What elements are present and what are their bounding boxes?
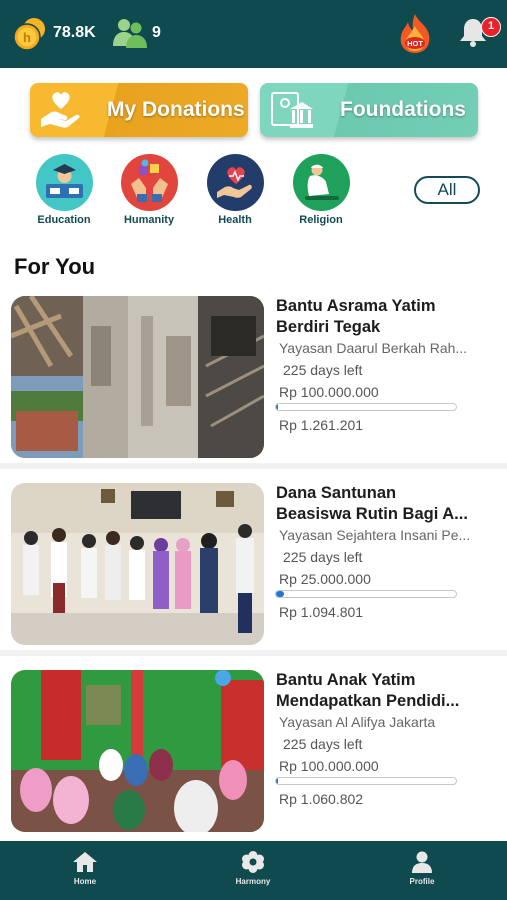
- hot-label: HOT: [407, 39, 423, 48]
- donation-hand-icon: [41, 92, 80, 128]
- top-bar: h 78.8K 9 HOT 1: [0, 0, 507, 68]
- hands-icon: [120, 154, 178, 211]
- foundation-building-icon: [271, 92, 313, 128]
- campaign-photo: [11, 296, 264, 458]
- nav-home-label: Home: [73, 877, 97, 886]
- nav-harmony-label: Harmony: [235, 877, 271, 886]
- campaign-foundation: Yayasan Daarul Berkah Rah...: [279, 340, 468, 356]
- category-humanity-label: Humanity: [123, 214, 175, 226]
- campaign-collected: Rp 1.261.201: [279, 417, 364, 433]
- section-title: For You: [14, 254, 96, 279]
- category-education-label: Education: [37, 214, 91, 226]
- home-icon: [73, 852, 97, 872]
- hot-fire-icon[interactable]: HOT: [396, 12, 434, 54]
- bottom-nav: Home Harmony Profile: [0, 841, 507, 900]
- nav-home[interactable]: Home: [40, 851, 130, 897]
- campaign-foundation: Yayasan Al Alifya Jakarta: [279, 714, 436, 730]
- foundations-button[interactable]: Foundations: [260, 83, 478, 137]
- flower-icon: [242, 851, 264, 873]
- campaign-progress-bar: [275, 590, 457, 598]
- prayer-icon: [292, 154, 350, 211]
- campaign-collected: Rp 1.094.801: [279, 604, 364, 620]
- campaign-title-line1: Dana Santunan: [276, 484, 397, 502]
- campaign-title-line1: Bantu Asrama Yatim: [276, 297, 436, 315]
- foundations-label: Foundations: [340, 98, 466, 121]
- nav-harmony[interactable]: Harmony: [208, 851, 298, 897]
- campaign-days-left: 225 days left: [283, 549, 363, 565]
- category-religion-label: Religion: [299, 214, 343, 226]
- notification-badge: 1: [481, 17, 501, 37]
- campaign-title: Bantu Anak Yatim Mendapatkan Pendidi...: [276, 670, 498, 712]
- campaign-title-line1: Bantu Anak Yatim: [276, 671, 416, 689]
- campaign-title-line2: Mendapatkan Pendidi...: [276, 692, 460, 710]
- campaign-photo: [11, 670, 264, 832]
- card-divider: [0, 650, 507, 656]
- people-count: 9: [152, 24, 161, 41]
- campaign-target: Rp 25.000.000: [279, 571, 371, 587]
- campaign-progress-bar: [275, 777, 457, 785]
- campaign-target: Rp 100.000.000: [279, 758, 379, 774]
- svg-text:h: h: [23, 30, 31, 45]
- app-root: h 78.8K 9 HOT 1 My Donations Foundations…: [0, 0, 507, 900]
- person-icon: [412, 851, 432, 873]
- all-categories-button[interactable]: All: [414, 176, 480, 204]
- coin-icon[interactable]: h: [12, 16, 48, 52]
- nav-profile-label: Profile: [409, 877, 435, 886]
- nav-profile[interactable]: Profile: [377, 851, 467, 897]
- campaign-target: Rp 100.000.000: [279, 384, 379, 400]
- campaign-progress-bar: [275, 403, 457, 411]
- campaign-days-left: 225 days left: [283, 362, 363, 378]
- campaign-title: Dana Santunan Beasiswa Rutin Bagi A...: [276, 483, 498, 525]
- campaign-card[interactable]: Bantu Anak Yatim Mendapatkan Pendidi... …: [0, 670, 507, 846]
- graduate-icon: [35, 154, 93, 211]
- card-divider: [0, 463, 507, 469]
- campaign-card[interactable]: Bantu Asrama Yatim Berdiri Tegak Yayasan…: [0, 296, 507, 472]
- my-donations-button[interactable]: My Donations: [30, 83, 248, 137]
- category-religion[interactable]: Religion: [281, 154, 361, 230]
- campaign-photo: [11, 483, 264, 645]
- campaign-title-line2: Berdiri Tegak: [276, 318, 381, 336]
- category-health-label: Health: [218, 214, 252, 226]
- people-icon[interactable]: [112, 16, 148, 50]
- campaign-foundation: Yayasan Sejahtera Insani Pe...: [279, 527, 471, 543]
- heart-hand-icon: [206, 154, 264, 211]
- campaign-title: Bantu Asrama Yatim Berdiri Tegak: [276, 296, 498, 338]
- my-donations-label: My Donations: [107, 98, 245, 121]
- campaign-title-line2: Beasiswa Rutin Bagi A...: [276, 505, 468, 523]
- campaign-card[interactable]: Dana Santunan Beasiswa Rutin Bagi A... Y…: [0, 483, 507, 659]
- campaign-days-left: 225 days left: [283, 736, 363, 752]
- category-humanity[interactable]: Humanity: [109, 154, 189, 230]
- coin-count: 78.8K: [53, 24, 96, 41]
- campaign-collected: Rp 1.060.802: [279, 791, 364, 807]
- campaign-progress-fill: [276, 778, 278, 784]
- campaign-progress-fill: [276, 404, 279, 410]
- campaign-progress-fill: [276, 591, 284, 597]
- category-education[interactable]: Education: [24, 154, 104, 230]
- category-health[interactable]: Health: [195, 154, 275, 230]
